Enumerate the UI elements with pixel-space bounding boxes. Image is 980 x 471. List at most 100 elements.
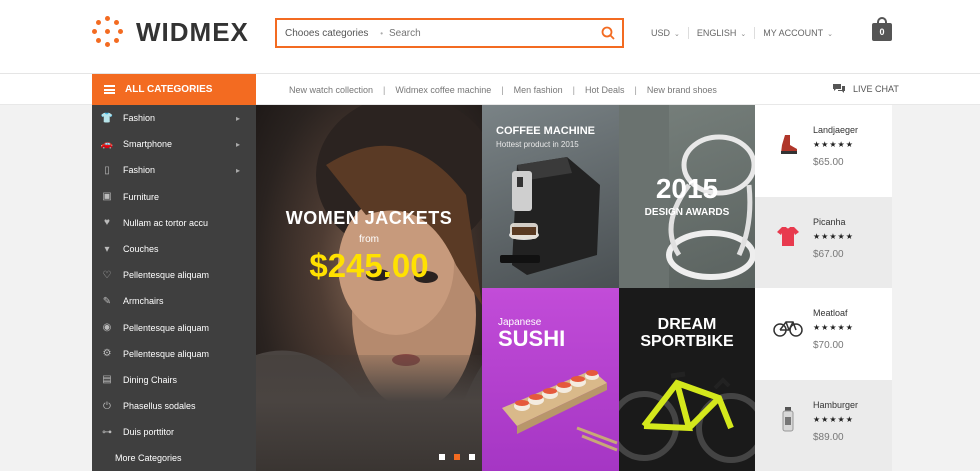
search-icon [601, 26, 615, 40]
sidebar-item-armchairs[interactable]: ✎ Armchairs [92, 288, 256, 314]
live-chat-label: LIVE CHAT [853, 83, 899, 94]
sidebar-item-label: Phasellus sodales [123, 401, 196, 412]
product-item[interactable]: Picanha ★★★★★ $67.00 [755, 196, 892, 288]
tshirt-icon [773, 221, 803, 251]
cart-count: 0 [872, 23, 892, 41]
menu-icon [104, 85, 115, 94]
divider: | [572, 84, 575, 95]
slider-dot-active[interactable] [454, 454, 460, 460]
hero-from-label: from [359, 234, 379, 245]
cart-button[interactable]: 0 [872, 17, 892, 41]
more-categories-link[interactable]: More Categories [92, 445, 256, 471]
hero-title: WOMEN JACKETS [285, 208, 453, 228]
nav-link[interactable]: New brand shoes [647, 85, 717, 95]
design-year: 2015 [655, 173, 719, 204]
sidebar-item-pellentesque-2[interactable]: ◉ Pellentesque aliquam [92, 315, 256, 341]
bottle-icon [773, 404, 803, 434]
logo[interactable]: WIDMEX [92, 16, 249, 48]
chat-icon [833, 84, 845, 93]
design-awards-banner[interactable]: 2015 DESIGN AWARDS [619, 105, 755, 288]
sidebar-item-duis[interactable]: ⊶ Duis porttitor [92, 419, 256, 445]
rating-stars: ★★★★★ [813, 323, 854, 332]
sidebar-item-label: Dining Chairs [123, 374, 178, 385]
dumbbell-icon: ⊶ [102, 426, 112, 438]
product-price: $70.00 [813, 340, 844, 351]
currency-select[interactable]: USD ⌄ [651, 28, 680, 38]
compass-icon: ◉ [102, 322, 112, 334]
sidebar-item-couches[interactable]: ▾ Couches [92, 236, 256, 262]
sidebar-item-label: Smartphone [123, 139, 173, 150]
sidebar-item-fashion-2[interactable]: ▯ Fashion ▸ [92, 157, 256, 183]
divider [687, 27, 689, 39]
sidebar-item-furniture[interactable]: ▣ Furniture [92, 184, 256, 210]
sidebar-item-pellentesque-1[interactable]: ♡ Pellentesque aliquam [92, 262, 256, 288]
hero-banner[interactable]: WOMEN JACKETS from $245.00 [256, 105, 482, 471]
sun-logo-icon [92, 16, 124, 48]
mouse-icon: ▯ [104, 164, 110, 176]
product-name[interactable]: Hamburger [813, 400, 858, 410]
chevron-down-icon: ⌄ [674, 31, 680, 38]
account-label: MY ACCOUNT [763, 28, 824, 38]
heart-icon: ♥ [104, 217, 110, 229]
sidebar-item-nullam[interactable]: ♥ Nullam ac tortor accu [92, 210, 256, 236]
product-item[interactable]: Meatloaf ★★★★★ $70.00 [755, 288, 892, 380]
navbar: ALL CATEGORIES New watch collection | Wid… [0, 74, 980, 105]
slider-dot[interactable] [439, 454, 445, 460]
design-awards-title: DESIGN AWARDS [644, 207, 730, 218]
slider-dot[interactable] [469, 454, 475, 460]
wallet-icon: ▤ [102, 374, 112, 386]
sidebar-item-smartphone[interactable]: 🚗 Smartphone ▸ [92, 131, 256, 157]
sidebar-item-phasellus[interactable]: ⏻ Phasellus sodales [92, 393, 256, 419]
chevron-down-icon: ⌄ [740, 31, 747, 38]
heartbeat-icon: ♡ [102, 269, 112, 281]
sidebar-item-pellentesque-3[interactable]: ⚙ Pellentesque aliquam [92, 341, 256, 367]
sushi-banner[interactable]: Japanese SUSHI [482, 288, 619, 471]
sidebar-item-label: Pellentesque aliquam [123, 348, 210, 359]
divider: | [634, 84, 637, 95]
sidebar-item-label: Furniture [123, 191, 160, 202]
gear-icon: ⚙ [102, 348, 112, 360]
search-button[interactable] [594, 20, 622, 46]
chevron-down-icon: • [380, 28, 383, 38]
live-chat-button[interactable]: LIVE CHAT [832, 83, 899, 94]
slider-dots [439, 454, 475, 460]
all-categories-button[interactable]: ALL CATEGORIES [92, 74, 256, 105]
bicycle-image [619, 371, 755, 463]
power-icon: ⏻ [103, 400, 111, 412]
chevron-down-icon: ⌄ [827, 31, 833, 38]
product-price: $89.00 [813, 431, 844, 443]
nav-link[interactable]: Hot Deals [585, 85, 625, 95]
sidebar-item-dining-chairs[interactable]: ▤ Dining Chairs [92, 367, 256, 393]
product-item[interactable]: Hamburger ★★★★★ $89.00 [755, 379, 892, 471]
divider: | [383, 84, 386, 95]
sidebar-item-label: Couches [123, 244, 159, 255]
category-select-label: Chooes categories [285, 27, 369, 39]
product-price: $67.00 [813, 248, 844, 260]
sidebar-item-label: Fashion [123, 113, 156, 124]
chevron-right-icon: ▸ [235, 113, 240, 123]
nav-link[interactable]: New watch collection [289, 85, 373, 95]
nav-link[interactable]: Widmex coffee machine [395, 85, 491, 95]
product-name[interactable]: Landjaeger [813, 125, 858, 135]
divider [754, 27, 756, 39]
rating-stars: ★★★★★ [813, 231, 854, 241]
account-menu[interactable]: MY ACCOUNT ⌄ [763, 28, 833, 38]
rating-stars: ★★★★★ [813, 414, 854, 424]
sportbike-banner[interactable]: DREAM SPORTBIKE [619, 288, 755, 471]
box-icon: ▣ [102, 191, 112, 203]
sidebar-item-fashion[interactable]: 👕 Fashion ▸ [92, 105, 256, 131]
sidebar-item-label: Fashion [123, 165, 156, 176]
product-name[interactable]: Picanha [813, 217, 846, 227]
product-name[interactable]: Meatloaf [813, 308, 848, 318]
search-input[interactable] [389, 20, 594, 46]
rating-stars: ★★★★★ [813, 140, 854, 149]
coffee-machine-image [500, 157, 600, 275]
coffee-machine-banner[interactable]: COFFEE MACHINE Hottest product in 2015 [482, 105, 619, 288]
product-item[interactable]: Landjaeger ★★★★★ $65.00 [755, 105, 892, 197]
shoe-icon [773, 129, 803, 159]
all-categories-label: ALL CATEGORIES [125, 84, 213, 95]
nav-link[interactable]: Men fashion [514, 85, 563, 95]
sidebar-item-label: Pellentesque aliquam [123, 322, 210, 333]
language-select[interactable]: ENGLISH ⌄ [697, 28, 746, 38]
category-select[interactable]: Chooes categories • [277, 28, 389, 39]
